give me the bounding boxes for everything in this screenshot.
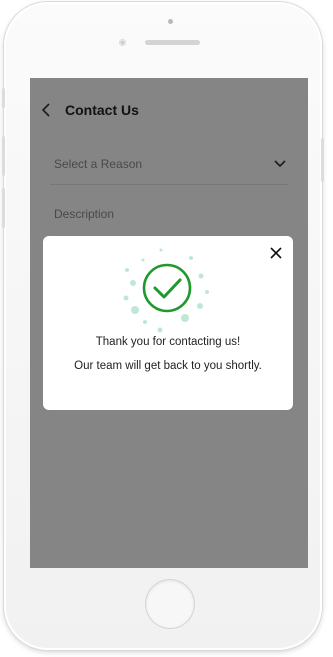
sensor-dot xyxy=(168,19,173,24)
power-button xyxy=(321,138,324,182)
dialog-message: Our team will get back to you shortly. xyxy=(74,360,262,372)
close-icon[interactable] xyxy=(269,246,283,260)
dialog-title: Thank you for contacting us! xyxy=(95,336,241,348)
success-dialog: Thank you for contacting us! Our team wi… xyxy=(43,236,293,410)
mute-switch xyxy=(2,88,5,108)
check-circle-icon xyxy=(123,248,209,333)
volume-up-button xyxy=(2,136,5,176)
earpiece-speaker xyxy=(145,40,200,45)
front-camera xyxy=(119,39,126,46)
phone-screen: Contact Us Select a Reason Description T… xyxy=(30,78,308,568)
home-button[interactable] xyxy=(146,580,194,628)
volume-down-button xyxy=(2,188,5,228)
